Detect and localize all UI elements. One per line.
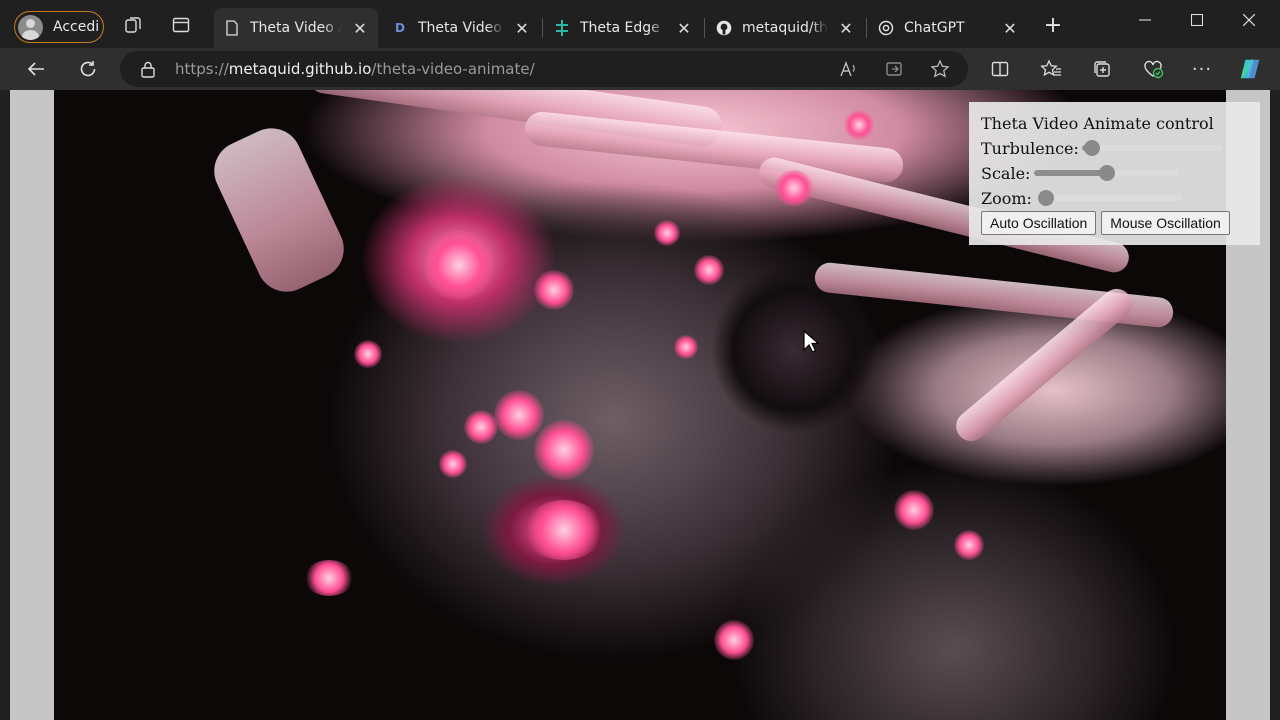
github-icon [716, 20, 732, 36]
tab-theta-video-animate[interactable]: Theta Video Animate ✕ [214, 8, 378, 48]
close-icon[interactable]: ✕ [514, 19, 530, 38]
tab-title: ChatGPT [904, 20, 965, 36]
scale-label: Scale: [981, 164, 1031, 183]
tab-title: Theta Video Animate [250, 20, 342, 36]
maximize-icon[interactable] [1185, 8, 1209, 32]
copilot-icon[interactable] [1238, 57, 1262, 81]
split-screen-icon[interactable] [988, 57, 1012, 81]
control-panel: Theta Video Animate control Turbulence: … [969, 102, 1260, 245]
auto-oscillation-button[interactable]: Auto Oscillation [981, 211, 1097, 235]
tab-separator [542, 18, 543, 38]
close-icon[interactable]: ✕ [352, 19, 368, 38]
favorites-icon[interactable] [1039, 57, 1063, 81]
theta-logo-icon [554, 20, 570, 36]
url-text: https://metaquid.github.io/theta-video-a… [175, 60, 535, 78]
slider-fill [1034, 170, 1107, 176]
browser-essentials-icon[interactable] [1141, 57, 1165, 81]
mouse-oscillation-button[interactable]: Mouse Oscillation [1101, 211, 1230, 235]
slider-thumb[interactable] [1038, 190, 1054, 206]
zoom-row: Zoom: [981, 188, 1260, 213]
turbulence-label: Turbulence: [981, 139, 1079, 158]
tab-title: Theta Edge Cloud [580, 20, 666, 36]
page-viewport: Theta Video Animate control Turbulence: … [10, 90, 1270, 720]
tab-strip: Accedi Theta Video Animate ✕ D Theta Vid… [0, 0, 1280, 48]
close-icon[interactable]: ✕ [676, 19, 692, 38]
tab-actions-icon[interactable] [170, 14, 192, 36]
address-bar[interactable]: https://metaquid.github.io/theta-video-a… [120, 51, 968, 87]
panel-buttons: Auto Oscillation Mouse Oscillation [981, 211, 1230, 235]
mouse-cursor-icon [803, 329, 821, 358]
lock-icon[interactable] [140, 61, 156, 82]
zoom-slider[interactable] [1038, 190, 1183, 206]
workspaces-icon[interactable] [122, 14, 144, 36]
refresh-icon[interactable] [76, 57, 100, 81]
page-icon [224, 20, 240, 36]
slider-thumb[interactable] [1099, 165, 1115, 181]
tab-theta-edge-cloud[interactable]: Theta Edge Cloud ✕ [544, 8, 702, 48]
window-close-icon[interactable] [1237, 8, 1261, 32]
tab-chatgpt[interactable]: ChatGPT ✕ [868, 8, 1028, 48]
tab-separator [866, 18, 867, 38]
panel-title: Theta Video Animate control [981, 114, 1214, 133]
avatar [18, 14, 43, 40]
chatgpt-icon [878, 20, 894, 36]
slider-thumb[interactable] [1084, 140, 1100, 156]
app-available-icon[interactable] [884, 59, 904, 79]
turbulence-slider[interactable] [1082, 140, 1222, 156]
profile-button[interactable]: Accedi [14, 11, 104, 43]
d-logo-icon: D [395, 21, 405, 35]
tab-theta-video-animate-2[interactable]: D Theta Video Animate ✕ [382, 8, 540, 48]
turbulence-row: Turbulence: [981, 138, 1260, 163]
tab-separator [704, 18, 705, 38]
read-aloud-icon[interactable] [838, 59, 858, 79]
minimize-icon[interactable] [1133, 8, 1157, 32]
tab-title: Theta Video Animate [418, 20, 504, 36]
scale-row: Scale: [981, 163, 1260, 188]
favorite-star-icon[interactable] [930, 59, 950, 79]
profile-label: Accedi [53, 19, 100, 35]
back-icon[interactable] [24, 57, 48, 81]
collections-icon[interactable] [1090, 57, 1114, 81]
zoom-label: Zoom: [981, 189, 1032, 208]
scale-slider[interactable] [1034, 165, 1179, 181]
tab-github-repo[interactable]: metaquid/theta-video-animate ✕ [706, 8, 864, 48]
close-icon[interactable]: ✕ [838, 19, 854, 38]
close-icon[interactable]: ✕ [1002, 19, 1018, 38]
new-tab-icon[interactable]: + [1042, 13, 1064, 38]
browser-toolbar: https://metaquid.github.io/theta-video-a… [0, 48, 1280, 90]
more-options-icon[interactable]: ··· [1190, 57, 1214, 81]
tab-title: metaquid/theta-video-animate [742, 20, 828, 36]
